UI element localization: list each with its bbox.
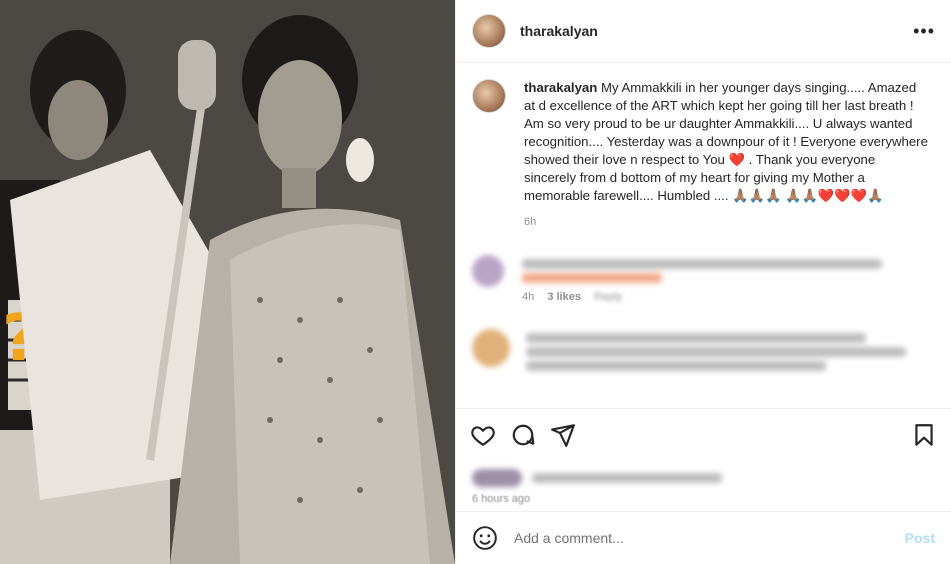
comments-area[interactable]: tharakalyan My Ammakkili in her younger … xyxy=(456,63,951,408)
post-header: tharakalyan ••• xyxy=(456,0,951,63)
list-item xyxy=(472,255,935,287)
caption-text: My Ammakkili in her younger days singing… xyxy=(524,80,928,203)
emoji-icon[interactable] xyxy=(472,525,498,551)
caption-time[interactable]: 6h xyxy=(524,213,929,231)
post-photo[interactable]: ? xyxy=(0,0,455,564)
list-item xyxy=(472,329,935,375)
comment-avatar[interactable] xyxy=(472,255,504,287)
add-comment-bar: Post xyxy=(456,511,951,564)
comment-avatar[interactable] xyxy=(472,329,510,367)
bookmark-icon[interactable] xyxy=(911,422,937,448)
caption: tharakalyan My Ammakkili in her younger … xyxy=(472,79,935,231)
caption-username[interactable]: tharakalyan xyxy=(524,80,597,95)
caption-avatar[interactable] xyxy=(472,79,506,113)
comment-meta: 4h 3 likes Reply xyxy=(522,291,935,303)
share-icon[interactable] xyxy=(550,422,576,448)
post-button[interactable]: Post xyxy=(905,530,935,546)
comment-icon[interactable] xyxy=(510,422,536,448)
reply-button[interactable]: Reply xyxy=(594,291,622,303)
comment-time[interactable]: 4h xyxy=(522,291,534,303)
likes-section: 6 hours ago xyxy=(456,461,951,511)
action-bar xyxy=(456,408,951,461)
heart-icon[interactable] xyxy=(470,422,496,448)
comment-input[interactable] xyxy=(512,529,905,547)
more-horizontal-icon[interactable]: ••• xyxy=(913,21,935,42)
comment-likes[interactable]: 3 likes xyxy=(547,291,581,303)
post-image-illustration: ? xyxy=(0,0,455,564)
post-time-ago[interactable]: 6 hours ago xyxy=(472,493,530,505)
avatar[interactable] xyxy=(472,14,506,48)
post-username[interactable]: tharakalyan xyxy=(520,23,598,39)
